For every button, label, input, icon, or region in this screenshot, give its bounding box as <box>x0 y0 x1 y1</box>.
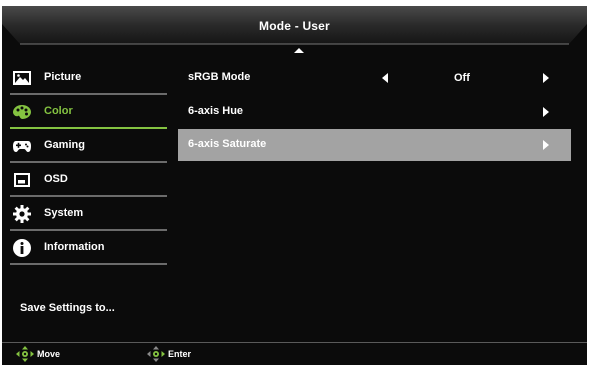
save-settings-button[interactable]: Save Settings to... <box>20 302 115 314</box>
picture-icon <box>13 71 31 85</box>
sidebar-item-gaming[interactable]: Gaming <box>2 129 167 163</box>
sidebar-item-label: Picture <box>44 71 82 83</box>
setting-row-6-axis-hue[interactable]: 6-axis Hue <box>178 95 571 129</box>
setting-value: Off <box>454 72 470 84</box>
enter-hint: Enter <box>147 346 191 362</box>
sidebar-item-information[interactable]: Information <box>2 231 167 265</box>
dpad-enter-icon <box>147 346 165 362</box>
arrow-right-icon[interactable] <box>543 73 549 83</box>
sidebar-item-label: Information <box>44 241 105 253</box>
arrow-left-icon[interactable] <box>382 73 388 83</box>
page-title: Mode - User <box>259 19 330 33</box>
osd-window-icon <box>14 173 30 187</box>
arrow-right-icon[interactable] <box>543 140 549 150</box>
gamepad-icon <box>13 141 31 152</box>
move-label: Move <box>37 349 61 359</box>
setting-row-6-axis-saturate[interactable]: 6-axis Saturate <box>178 129 571 161</box>
setting-label: 6-axis Saturate <box>188 138 267 150</box>
gear-icon <box>13 205 31 223</box>
enter-label: Enter <box>168 349 192 359</box>
sidebar-item-osd[interactable]: OSD <box>2 163 167 197</box>
sidebar: Picture Color Gaming OSD System Informat… <box>2 61 167 265</box>
sidebar-item-color[interactable]: Color <box>2 95 167 129</box>
setting-row-srgb-mode[interactable]: sRGB Mode Off <box>178 61 571 95</box>
move-hint: Move <box>16 346 60 362</box>
arrow-right-icon[interactable] <box>543 107 549 117</box>
header: Mode - User <box>2 6 587 48</box>
settings-panel: sRGB Mode Off 6-axis Hue 6-axis Saturate <box>178 61 571 161</box>
scroll-up-arrow-icon <box>294 48 304 53</box>
sidebar-item-system[interactable]: System <box>2 197 167 231</box>
info-icon <box>13 239 31 257</box>
palette-icon <box>13 105 31 119</box>
sidebar-item-label: Gaming <box>44 139 85 151</box>
sidebar-item-label: System <box>44 207 84 219</box>
dpad-move-icon <box>16 346 34 362</box>
sidebar-item-label: Color <box>44 105 73 117</box>
footer-divider <box>2 342 587 343</box>
setting-label: sRGB Mode <box>188 71 251 83</box>
setting-label: 6-axis Hue <box>188 105 244 117</box>
sidebar-item-label: OSD <box>44 173 68 185</box>
divider <box>10 263 167 265</box>
sidebar-item-picture[interactable]: Picture <box>2 61 167 95</box>
osd-menu: Mode - User Picture Color Gaming OSD Sys… <box>2 6 587 365</box>
